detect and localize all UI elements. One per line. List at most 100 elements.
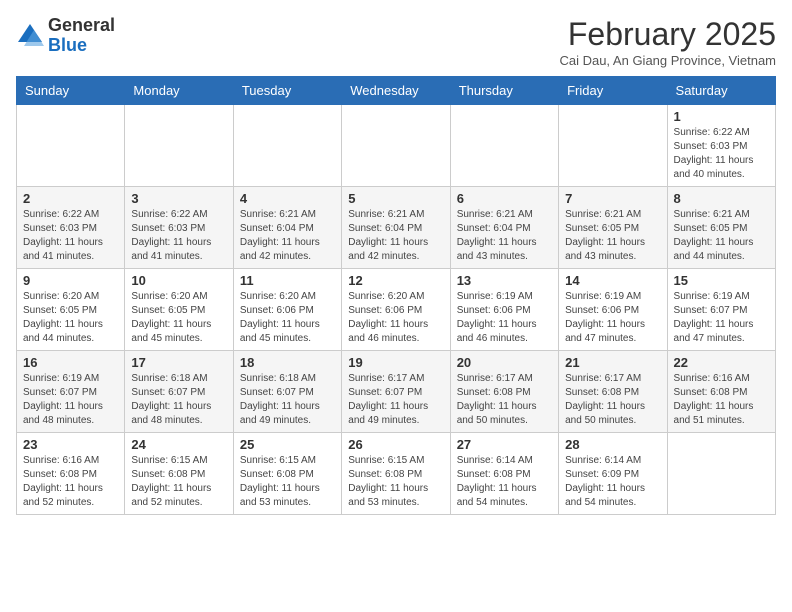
day-info: Sunrise: 6:16 AM Sunset: 6:08 PM Dayligh… <box>23 454 118 510</box>
day-number: 7 <box>565 191 660 206</box>
day-info: Sunrise: 6:15 AM Sunset: 6:08 PM Dayligh… <box>348 454 443 510</box>
day-number: 22 <box>674 355 769 370</box>
day-number: 27 <box>457 437 552 452</box>
day-info: Sunrise: 6:20 AM Sunset: 6:05 PM Dayligh… <box>131 290 226 346</box>
day-number: 19 <box>348 355 443 370</box>
calendar-cell: 10 Sunrise: 6:20 AM Sunset: 6:05 PM Dayli… <box>125 269 233 351</box>
calendar-cell: 22 Sunrise: 6:16 AM Sunset: 6:08 PM Dayli… <box>667 351 775 433</box>
day-number: 3 <box>131 191 226 206</box>
day-info: Sunrise: 6:20 AM Sunset: 6:06 PM Dayligh… <box>348 290 443 346</box>
calendar-cell: 9Sunrise: 6:20 AM Sunset: 6:05 PM Daylig… <box>17 269 125 351</box>
weekday-header-saturday: Saturday <box>667 77 775 105</box>
weekday-header-thursday: Thursday <box>450 77 558 105</box>
calendar-cell <box>17 105 125 187</box>
day-info: Sunrise: 6:21 AM Sunset: 6:04 PM Dayligh… <box>240 208 335 264</box>
day-info: Sunrise: 6:21 AM Sunset: 6:04 PM Dayligh… <box>348 208 443 264</box>
calendar-cell: 24 Sunrise: 6:15 AM Sunset: 6:08 PM Dayli… <box>125 433 233 515</box>
day-number: 10 <box>131 273 226 288</box>
logo-general: General <box>48 16 115 36</box>
day-info: Sunrise: 6:14 AM Sunset: 6:08 PM Dayligh… <box>457 454 552 510</box>
day-info: Sunrise: 6:17 AM Sunset: 6:08 PM Dayligh… <box>565 372 660 428</box>
day-number: 20 <box>457 355 552 370</box>
calendar-cell: 7 Sunrise: 6:21 AM Sunset: 6:05 PM Daylig… <box>559 187 667 269</box>
day-info: Sunrise: 6:19 AM Sunset: 6:07 PM Dayligh… <box>674 290 769 346</box>
day-number: 16 <box>23 355 118 370</box>
day-number: 18 <box>240 355 335 370</box>
day-number: 25 <box>240 437 335 452</box>
calendar-cell <box>233 105 341 187</box>
calendar-cell: 11 Sunrise: 6:20 AM Sunset: 6:06 PM Dayli… <box>233 269 341 351</box>
day-info: Sunrise: 6:21 AM Sunset: 6:05 PM Dayligh… <box>674 208 769 264</box>
calendar-cell: 17Sunrise: 6:18 AM Sunset: 6:07 PM Dayli… <box>125 351 233 433</box>
day-number: 11 <box>240 273 335 288</box>
calendar-cell: 6 Sunrise: 6:21 AM Sunset: 6:04 PM Daylig… <box>450 187 558 269</box>
calendar-cell: 27 Sunrise: 6:14 AM Sunset: 6:08 PM Dayli… <box>450 433 558 515</box>
day-number: 5 <box>348 191 443 206</box>
calendar-cell: 25 Sunrise: 6:15 AM Sunset: 6:08 PM Dayli… <box>233 433 341 515</box>
day-info: Sunrise: 6:22 AM Sunset: 6:03 PM Dayligh… <box>131 208 226 264</box>
day-info: Sunrise: 6:21 AM Sunset: 6:05 PM Dayligh… <box>565 208 660 264</box>
day-info: Sunrise: 6:19 AM Sunset: 6:06 PM Dayligh… <box>457 290 552 346</box>
logo-text: General Blue <box>48 16 115 56</box>
day-number: 6 <box>457 191 552 206</box>
month-title: February 2025 <box>559 16 776 53</box>
day-number: 28 <box>565 437 660 452</box>
day-info: Sunrise: 6:16 AM Sunset: 6:08 PM Dayligh… <box>674 372 769 428</box>
day-info: Sunrise: 6:17 AM Sunset: 6:07 PM Dayligh… <box>348 372 443 428</box>
weekday-header-sunday: Sunday <box>17 77 125 105</box>
day-number: 21 <box>565 355 660 370</box>
calendar-week-2: 2 Sunrise: 6:22 AM Sunset: 6:03 PM Daylig… <box>17 187 776 269</box>
weekday-header-monday: Monday <box>125 77 233 105</box>
day-info: Sunrise: 6:20 AM Sunset: 6:06 PM Dayligh… <box>240 290 335 346</box>
calendar-cell <box>559 105 667 187</box>
day-info: Sunrise: 6:22 AM Sunset: 6:03 PM Dayligh… <box>674 126 769 182</box>
calendar-cell: 15 Sunrise: 6:19 AM Sunset: 6:07 PM Dayli… <box>667 269 775 351</box>
calendar-cell: 19 Sunrise: 6:17 AM Sunset: 6:07 PM Dayli… <box>342 351 450 433</box>
day-info: Sunrise: 6:19 AM Sunset: 6:06 PM Dayligh… <box>565 290 660 346</box>
day-number: 8 <box>674 191 769 206</box>
calendar-cell: 26 Sunrise: 6:15 AM Sunset: 6:08 PM Dayli… <box>342 433 450 515</box>
day-number: 2 <box>23 191 118 206</box>
calendar-week-4: 16 Sunrise: 6:19 AM Sunset: 6:07 PM Dayli… <box>17 351 776 433</box>
calendar-cell <box>342 105 450 187</box>
calendar-cell: 2 Sunrise: 6:22 AM Sunset: 6:03 PM Daylig… <box>17 187 125 269</box>
day-info: Sunrise: 6:15 AM Sunset: 6:08 PM Dayligh… <box>240 454 335 510</box>
calendar-week-1: 1 Sunrise: 6:22 AM Sunset: 6:03 PM Daylig… <box>17 105 776 187</box>
calendar-cell <box>450 105 558 187</box>
day-number: 26 <box>348 437 443 452</box>
logo-icon <box>16 22 44 50</box>
day-number: 1 <box>674 109 769 124</box>
day-info: Sunrise: 6:21 AM Sunset: 6:04 PM Dayligh… <box>457 208 552 264</box>
weekday-header-row: SundayMondayTuesdayWednesdayThursdayFrid… <box>17 77 776 105</box>
day-info: Sunrise: 6:15 AM Sunset: 6:08 PM Dayligh… <box>131 454 226 510</box>
calendar-table: SundayMondayTuesdayWednesdayThursdayFrid… <box>16 76 776 515</box>
calendar-cell: 3 Sunrise: 6:22 AM Sunset: 6:03 PM Daylig… <box>125 187 233 269</box>
location-subtitle: Cai Dau, An Giang Province, Vietnam <box>559 53 776 68</box>
day-info: Sunrise: 6:17 AM Sunset: 6:08 PM Dayligh… <box>457 372 552 428</box>
weekday-header-wednesday: Wednesday <box>342 77 450 105</box>
calendar-cell: 1 Sunrise: 6:22 AM Sunset: 6:03 PM Daylig… <box>667 105 775 187</box>
day-info: Sunrise: 6:22 AM Sunset: 6:03 PM Dayligh… <box>23 208 118 264</box>
calendar-cell <box>125 105 233 187</box>
day-number: 4 <box>240 191 335 206</box>
day-number: 12 <box>348 273 443 288</box>
calendar-cell: 12 Sunrise: 6:20 AM Sunset: 6:06 PM Dayli… <box>342 269 450 351</box>
logo: General Blue <box>16 16 115 56</box>
calendar-cell: 14Sunrise: 6:19 AM Sunset: 6:06 PM Dayli… <box>559 269 667 351</box>
day-number: 13 <box>457 273 552 288</box>
logo-blue: Blue <box>48 36 115 56</box>
calendar-cell: 21 Sunrise: 6:17 AM Sunset: 6:08 PM Dayli… <box>559 351 667 433</box>
day-number: 17 <box>131 355 226 370</box>
calendar-cell: 4 Sunrise: 6:21 AM Sunset: 6:04 PM Daylig… <box>233 187 341 269</box>
calendar-week-3: 9 Sunrise: 6:20 AM Sunset: 6:05 PM Daylig… <box>17 269 776 351</box>
day-info: Sunrise: 6:14 AM Sunset: 6:09 PM Dayligh… <box>565 454 660 510</box>
calendar-cell: 13 Sunrise: 6:19 AM Sunset: 6:06 PM Dayli… <box>450 269 558 351</box>
calendar-cell: 20 Sunrise: 6:17 AM Sunset: 6:08 PM Dayli… <box>450 351 558 433</box>
calendar-cell: 8 Sunrise: 6:21 AM Sunset: 6:05 PM Daylig… <box>667 187 775 269</box>
day-info: Sunrise: 6:19 AM Sunset: 6:07 PM Dayligh… <box>23 372 118 428</box>
day-number: 15 <box>674 273 769 288</box>
day-number: 9 <box>23 273 118 288</box>
calendar-week-5: 23Sunrise: 6:16 AM Sunset: 6:08 PM Dayli… <box>17 433 776 515</box>
calendar-cell <box>667 433 775 515</box>
day-number: 24 <box>131 437 226 452</box>
